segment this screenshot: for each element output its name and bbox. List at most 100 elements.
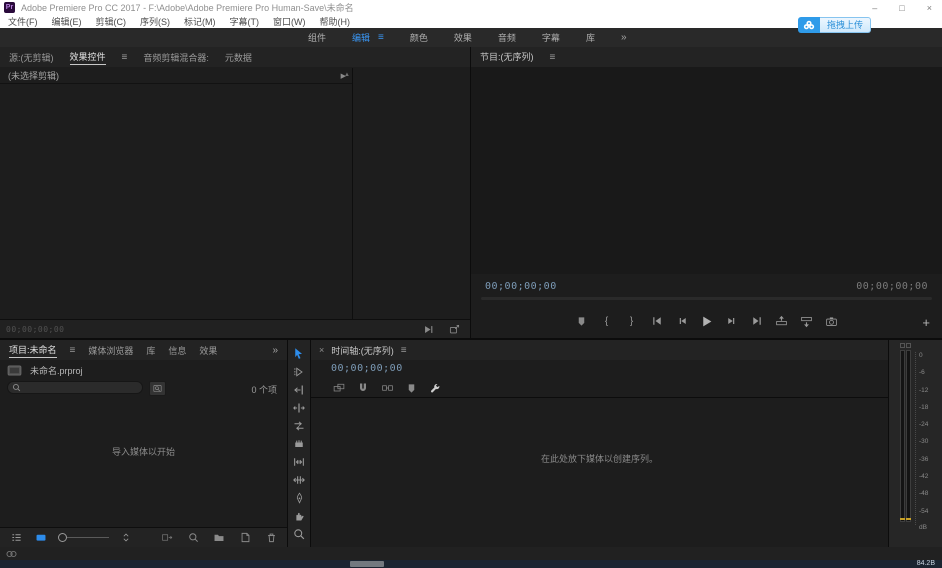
- taskbar-button[interactable]: [350, 561, 384, 567]
- drag-upload-button[interactable]: 拖拽上传: [820, 17, 871, 33]
- effect-controls-timecode: 00;00;00;00: [6, 325, 64, 334]
- tab-media-browser[interactable]: 媒体浏览器: [88, 344, 133, 357]
- tab-program-monitor[interactable]: 节目:(无序列): [480, 50, 534, 64]
- timeline-timecode[interactable]: 00;00;00;00: [331, 363, 403, 374]
- tab-info[interactable]: 信息: [168, 344, 186, 357]
- search-input[interactable]: [21, 382, 135, 394]
- program-scrubber[interactable]: [481, 297, 932, 300]
- project-search-box[interactable]: [7, 381, 143, 394]
- rolling-edit-tool[interactable]: [292, 401, 306, 414]
- clip-indicator-right: [906, 343, 911, 348]
- pen-tool[interactable]: [292, 491, 306, 504]
- workspace-tab-editing[interactable]: 编辑 ≡: [352, 31, 384, 44]
- list-view-icon[interactable]: [8, 530, 24, 546]
- project-toolbar: [0, 527, 287, 547]
- slide-tool[interactable]: [292, 473, 306, 486]
- sort-icon[interactable]: [118, 530, 134, 546]
- export-frame-icon[interactable]: [824, 313, 840, 329]
- menu-marker[interactable]: 标记(M): [184, 15, 216, 28]
- program-timecode-row: 00;00;00;00 00;00;00;00: [471, 278, 942, 294]
- track-select-forward-tool[interactable]: [292, 365, 306, 378]
- new-item-icon[interactable]: [237, 530, 253, 546]
- step-forward-icon[interactable]: [724, 313, 740, 329]
- workspace-tab-titles[interactable]: 字幕: [542, 31, 560, 44]
- windows-taskbar[interactable]: 84.2B: [0, 560, 942, 568]
- menu-edit[interactable]: 编辑(E): [52, 15, 82, 28]
- tab-project[interactable]: 项目:未命名: [9, 343, 57, 358]
- go-to-out-icon[interactable]: [749, 313, 765, 329]
- step-back-icon[interactable]: [674, 313, 690, 329]
- workspace-menu-icon[interactable]: ≡: [378, 32, 384, 43]
- menu-clip[interactable]: 剪辑(C): [96, 15, 127, 28]
- zoom-slider-knob[interactable]: [58, 533, 67, 542]
- project-file-icon: [7, 365, 22, 376]
- workspace-tab-audio[interactable]: 音频: [498, 31, 516, 44]
- automate-to-sequence-icon[interactable]: [159, 530, 175, 546]
- nest-sequence-icon[interactable]: [331, 380, 347, 396]
- tab-metadata[interactable]: 元数据: [225, 51, 252, 64]
- zoom-tool[interactable]: [292, 527, 306, 540]
- timeline-tab[interactable]: × 时间轴:(无序列) ≡: [311, 340, 888, 360]
- workspace-tab-color[interactable]: 颜色: [410, 31, 428, 44]
- panel-overflow-icon[interactable]: »: [272, 345, 278, 356]
- search-filter-button[interactable]: [149, 381, 166, 396]
- tab-effects[interactable]: 效果: [199, 344, 217, 357]
- close-icon[interactable]: ×: [927, 3, 932, 13]
- mark-out-icon[interactable]: }: [624, 313, 640, 329]
- add-marker-icon[interactable]: [403, 380, 419, 396]
- button-editor-plus-icon[interactable]: +: [922, 316, 930, 329]
- timeline-settings-wrench-icon[interactable]: [427, 380, 443, 396]
- panel-menu-icon[interactable]: ≡: [70, 345, 76, 356]
- program-current-timecode[interactable]: 00;00;00;00: [485, 281, 557, 292]
- audio-meters-panel[interactable]: 0 -6 -12 -18 -24 -30 -36 -42 -48 -54 dB: [889, 340, 942, 547]
- menu-sequence[interactable]: 序列(S): [140, 15, 170, 28]
- menu-file[interactable]: 文件(F): [8, 15, 38, 28]
- restore-icon[interactable]: □: [899, 3, 904, 13]
- workspace-tab-libraries[interactable]: 库: [586, 31, 595, 44]
- project-file-row[interactable]: 未命名.prproj: [0, 362, 83, 378]
- ripple-edit-tool[interactable]: [292, 383, 306, 396]
- rate-stretch-tool[interactable]: [292, 419, 306, 432]
- menu-title[interactable]: 字幕(T): [230, 15, 260, 28]
- workspace-overflow-icon[interactable]: »: [621, 32, 627, 43]
- close-tab-icon[interactable]: ×: [319, 345, 324, 355]
- new-bin-icon[interactable]: [211, 530, 227, 546]
- zoom-slider[interactable]: [58, 533, 109, 542]
- linked-selection-icon[interactable]: [379, 380, 395, 396]
- tab-audio-clip-mixer[interactable]: 音频剪辑混合器:: [143, 51, 209, 64]
- tab-effect-controls[interactable]: 效果控件: [70, 50, 106, 65]
- menu-help[interactable]: 帮助(H): [320, 15, 351, 28]
- zoom-slider-track[interactable]: [67, 537, 109, 538]
- add-marker-icon[interactable]: [574, 313, 590, 329]
- mark-in-icon[interactable]: {: [599, 313, 615, 329]
- link-status-icon: [5, 549, 18, 559]
- razor-tool[interactable]: [292, 437, 306, 450]
- extract-icon[interactable]: [799, 313, 815, 329]
- netdisk-upload-overlay[interactable]: 拖拽上传: [798, 17, 871, 33]
- export-keyframe-icon[interactable]: [446, 321, 462, 337]
- workspace-tab-effects[interactable]: 效果: [454, 31, 472, 44]
- cloud-disk-icon[interactable]: [798, 17, 820, 33]
- scrollbar-up-icon[interactable]: ▲: [344, 72, 350, 78]
- snap-magnet-icon[interactable]: [355, 380, 371, 396]
- panel-menu-icon[interactable]: ≡: [401, 345, 407, 356]
- menu-window[interactable]: 窗口(W): [273, 15, 306, 28]
- go-to-in-icon[interactable]: [649, 313, 665, 329]
- panel-menu-icon[interactable]: ≡: [122, 52, 128, 63]
- minimize-icon[interactable]: –: [872, 3, 877, 13]
- selection-tool[interactable]: [292, 347, 306, 360]
- slip-tool[interactable]: [292, 455, 306, 468]
- icon-view-icon[interactable]: [33, 530, 49, 546]
- workspace-tab-assembly[interactable]: 组件: [308, 31, 326, 44]
- effect-controls-divider: [352, 68, 353, 320]
- play-clip-icon[interactable]: [420, 321, 436, 337]
- tab-libraries[interactable]: 库: [146, 344, 155, 357]
- hand-tool[interactable]: [292, 509, 306, 522]
- tab-source-monitor[interactable]: 源:(无剪辑): [9, 51, 54, 64]
- clear-trash-icon[interactable]: [263, 530, 279, 546]
- effect-controls-panel: 源:(无剪辑) 效果控件 ≡ 音频剪辑混合器: 元数据 (未选择剪辑) ▶ ▲ …: [0, 47, 470, 338]
- find-icon[interactable]: [185, 530, 201, 546]
- lift-icon[interactable]: [774, 313, 790, 329]
- play-icon[interactable]: [699, 313, 715, 329]
- panel-menu-icon[interactable]: ≡: [550, 52, 556, 63]
